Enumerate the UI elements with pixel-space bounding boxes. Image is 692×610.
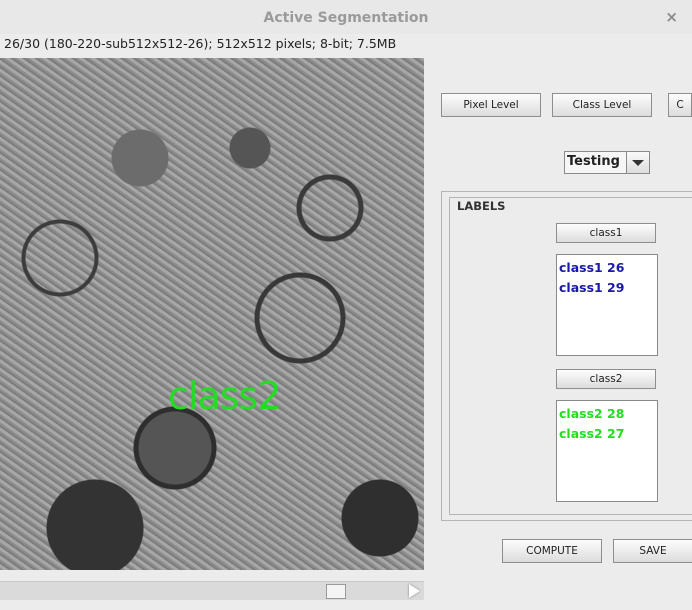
list-item[interactable]: class1 26	[559, 258, 655, 278]
list-item[interactable]: class2 27	[559, 424, 655, 444]
class-overlay-label: class2	[168, 374, 282, 418]
slice-scrollbar[interactable]	[0, 581, 424, 600]
class2-list[interactable]: class2 28 class2 27	[556, 400, 658, 502]
window-title: Active Segmentation	[263, 10, 429, 26]
class1-list[interactable]: class1 26 class1 29	[556, 254, 658, 356]
third-toolbar-button[interactable]: C	[668, 93, 692, 117]
compute-button[interactable]: COMPUTE	[502, 539, 602, 563]
list-item[interactable]: class2 28	[559, 404, 655, 424]
scrollbar-thumb[interactable]	[326, 584, 346, 599]
dropdown-button[interactable]	[626, 152, 649, 173]
close-icon[interactable]: ×	[665, 8, 678, 26]
chevron-down-icon	[632, 160, 644, 166]
save-button[interactable]: SAVE	[613, 539, 692, 563]
labels-panel-title: LABELS	[455, 199, 508, 213]
image-info-text: 26/30 (180-220-sub512x512-26); 512x512 p…	[4, 36, 397, 51]
window-titlebar: Active Segmentation ×	[0, 0, 692, 34]
scroll-right-arrow-icon[interactable]	[409, 584, 420, 598]
mode-select-value: Testing	[567, 154, 620, 169]
list-item[interactable]: class1 29	[559, 278, 655, 298]
image-canvas[interactable]: class2	[0, 58, 424, 570]
pixel-level-button[interactable]: Pixel Level	[441, 93, 541, 117]
class-level-button[interactable]: Class Level	[552, 93, 652, 117]
class2-button[interactable]: class2	[556, 369, 656, 389]
mode-select[interactable]: Testing	[564, 151, 650, 174]
class1-button[interactable]: class1	[556, 223, 656, 243]
